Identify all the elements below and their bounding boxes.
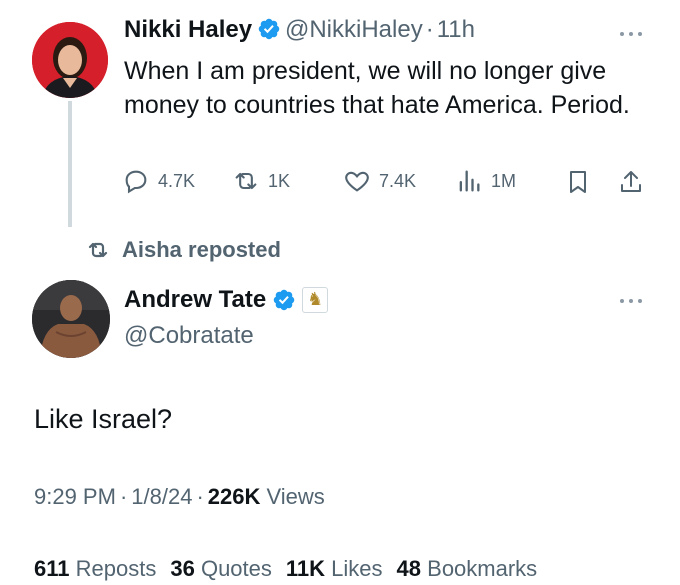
share-icon[interactable]	[618, 168, 644, 196]
author-handle[interactable]: @Cobratate	[124, 322, 254, 350]
post-date[interactable]: 1/8/24	[131, 484, 192, 509]
repost-icon	[88, 242, 108, 258]
views-label: Views	[266, 484, 325, 509]
views-bar-chart-icon	[459, 170, 480, 192]
avatar-nikki-haley[interactable]	[32, 22, 108, 98]
views-button[interactable]: 1M	[455, 166, 516, 196]
verified-badge-icon	[258, 18, 279, 40]
more-options-icon[interactable]	[616, 296, 646, 306]
repost-banner-text: Aisha reposted	[122, 237, 281, 262]
timestamp-line: 9:29 PM · 1/8/24 · 226K Views	[34, 484, 325, 510]
reply-count: 4.7K	[158, 170, 196, 191]
repost-button[interactable]: 1K	[232, 166, 290, 196]
like-button[interactable]: 7.4K	[343, 166, 416, 196]
separator-dot: ·	[196, 484, 204, 509]
separator-dot: ·	[425, 16, 434, 43]
tweet-text: When I am president, we will no longer g…	[124, 57, 630, 119]
stat-likes[interactable]: 11K Likes	[286, 556, 383, 582]
affiliate-chess-knight-icon[interactable]: ♞	[302, 287, 329, 313]
reply-button[interactable]: 4.7K	[122, 166, 195, 196]
stat-bookmarks[interactable]: 48 Bookmarks	[397, 556, 538, 582]
tweet-header: Nikki Haley @NikkiHaley · 11h	[124, 16, 475, 44]
author-name[interactable]: Nikki Haley	[124, 16, 252, 43]
engagement-stats: 611 Reposts 36 Quotes 11K Likes 48 Bookm…	[34, 556, 537, 582]
bookmark-icon[interactable]	[566, 169, 590, 195]
like-count: 7.4K	[379, 170, 417, 191]
avatar-image	[32, 280, 110, 358]
avatar-image	[32, 22, 108, 98]
author-handle[interactable]: @NikkiHaley	[285, 16, 423, 43]
stat-quotes[interactable]: 36 Quotes	[170, 556, 272, 582]
heart-icon	[345, 171, 369, 192]
separator-dot: ·	[119, 484, 128, 509]
repost-icon	[235, 172, 257, 190]
post-time[interactable]: 9:29 PM	[34, 484, 116, 509]
reply-icon	[125, 170, 147, 194]
verified-badge-icon	[274, 289, 295, 311]
thread-line	[68, 101, 72, 227]
views-count: 226K	[207, 484, 261, 509]
avatar-andrew-tate[interactable]	[32, 280, 110, 358]
tweet-time[interactable]: 11h	[437, 16, 475, 43]
views-count: 1M	[491, 170, 517, 191]
repost-count: 1K	[268, 170, 291, 191]
more-options-icon[interactable]	[616, 29, 646, 39]
author-name[interactable]: Andrew Tate	[124, 286, 266, 314]
reply-header: Andrew Tate ♞	[124, 286, 329, 314]
reply-text: Like Israel?	[34, 404, 173, 434]
stat-reposts[interactable]: 611 Reposts	[34, 556, 156, 582]
repost-banner[interactable]: Aisha reposted	[84, 237, 281, 263]
